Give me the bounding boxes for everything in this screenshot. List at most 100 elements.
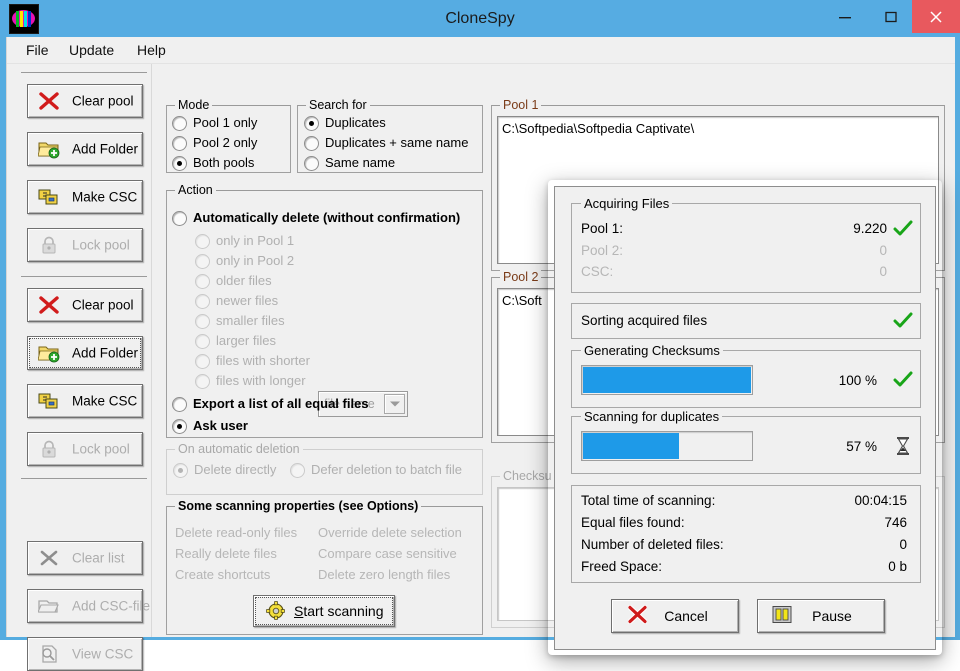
radio-same-name[interactable] bbox=[304, 156, 319, 171]
radio-export-list[interactable] bbox=[172, 397, 187, 412]
check-icon bbox=[893, 312, 913, 329]
radio-only-pool2-label: only in Pool 2 bbox=[216, 253, 294, 268]
hourglass-icon bbox=[895, 436, 911, 461]
acquiring-files-legend: Acquiring Files bbox=[581, 196, 672, 211]
mode-legend: Mode bbox=[175, 98, 212, 112]
radio-defer-batch[interactable] bbox=[290, 463, 305, 478]
title-bar: CloneSpy bbox=[0, 0, 960, 37]
button-label: Clear pool bbox=[72, 298, 134, 313]
maximize-button[interactable] bbox=[868, 0, 914, 33]
radio-older-files[interactable] bbox=[195, 274, 210, 289]
folder-add-icon bbox=[38, 343, 60, 363]
start-scanning-label: Start scanning bbox=[294, 603, 384, 619]
minimize-button[interactable] bbox=[822, 0, 868, 33]
menu-help[interactable]: Help bbox=[130, 39, 173, 61]
menu-update[interactable]: Update bbox=[62, 39, 121, 61]
pool2-clear-pool-button[interactable]: Clear pool bbox=[27, 288, 143, 322]
radio-files-longer-label: files with longer bbox=[216, 373, 306, 388]
radio-only-pool2[interactable] bbox=[195, 254, 210, 269]
radio-delete-directly-label: Delete directly bbox=[194, 462, 276, 477]
pool2-make-csc-button[interactable]: Make CSC bbox=[27, 384, 143, 418]
chevron-down-icon[interactable] bbox=[384, 394, 405, 414]
start-scanning-button[interactable]: Start scanning bbox=[253, 595, 395, 627]
stat-deleted-files-value: 0 bbox=[785, 537, 907, 552]
acquiring-pool1-value: 9.220 bbox=[795, 221, 887, 236]
radio-pool2-only-label: Pool 2 only bbox=[193, 135, 257, 150]
button-label: Add Folder bbox=[72, 346, 138, 361]
pool1-make-csc-button[interactable]: Make CSC bbox=[27, 180, 143, 214]
pool2-lock-pool-button[interactable]: Lock pool bbox=[27, 432, 143, 466]
radio-ask-user[interactable] bbox=[172, 419, 187, 434]
button-label: Add CSC-file bbox=[72, 599, 150, 614]
radio-only-pool1[interactable] bbox=[195, 234, 210, 249]
progress-dialog: Acquiring Files Pool 1: 9.220 Pool 2: 0 … bbox=[554, 186, 936, 650]
radio-files-longer[interactable] bbox=[195, 374, 210, 389]
pool2-add-folder-button[interactable]: Add Folder bbox=[27, 336, 143, 370]
close-button[interactable] bbox=[912, 0, 960, 33]
radio-both-pools[interactable] bbox=[172, 156, 187, 171]
check-icon bbox=[893, 220, 913, 237]
radio-both-pools-label: Both pools bbox=[193, 155, 254, 170]
acquiring-pool2-value: 0 bbox=[795, 243, 887, 258]
prop-override-delete: Override delete selection bbox=[318, 525, 462, 540]
radio-delete-directly[interactable] bbox=[173, 463, 188, 478]
radio-smaller-files[interactable] bbox=[195, 314, 210, 329]
menu-bar: File Update Help bbox=[7, 37, 955, 63]
pool1-clear-pool-button[interactable]: Clear pool bbox=[27, 84, 143, 118]
close-icon bbox=[929, 10, 943, 24]
red-x-icon bbox=[38, 295, 60, 315]
radio-newer-files[interactable] bbox=[195, 294, 210, 309]
pool1-legend: Pool 1 bbox=[500, 98, 541, 112]
grey-x-icon bbox=[38, 548, 60, 568]
radio-larger-files-label: larger files bbox=[216, 333, 276, 348]
radio-pool2-only[interactable] bbox=[172, 136, 187, 151]
action-legend: Action bbox=[175, 183, 216, 197]
radio-duplicates-same-name-label: Duplicates + same name bbox=[325, 135, 468, 150]
app-window: CloneSpy File Update Help bbox=[0, 0, 960, 640]
radio-auto-delete[interactable] bbox=[172, 211, 187, 226]
minimize-icon bbox=[838, 11, 852, 23]
radio-duplicates-same-name[interactable] bbox=[304, 136, 319, 151]
radio-duplicates-label: Duplicates bbox=[325, 115, 386, 130]
menu-file[interactable]: File bbox=[19, 39, 56, 61]
radio-defer-batch-label: Defer deletion to batch file bbox=[311, 462, 462, 477]
prop-delete-readonly: Delete read-only files bbox=[175, 525, 297, 540]
pool1-lock-pool-button[interactable]: Lock pool bbox=[27, 228, 143, 262]
cancel-button-label: Cancel bbox=[612, 608, 738, 624]
pause-button[interactable]: Pause bbox=[757, 599, 885, 633]
window-title: CloneSpy bbox=[0, 0, 960, 37]
search-for-legend: Search for bbox=[306, 98, 370, 112]
csc-view-button[interactable]: View CSC bbox=[27, 637, 143, 671]
scanning-duplicates-legend: Scanning for duplicates bbox=[581, 409, 722, 424]
radio-files-shorter[interactable] bbox=[195, 354, 210, 369]
lock-icon bbox=[38, 439, 60, 459]
scanning-percent: 57 % bbox=[799, 439, 877, 454]
prop-delete-zero-length: Delete zero length files bbox=[318, 567, 450, 582]
radio-pool1-only[interactable] bbox=[172, 116, 187, 131]
csc-icon bbox=[38, 187, 60, 207]
radio-same-name-label: Same name bbox=[325, 155, 395, 170]
cancel-button[interactable]: Cancel bbox=[611, 599, 739, 633]
radio-ask-user-label: Ask user bbox=[193, 418, 248, 433]
radio-smaller-files-label: smaller files bbox=[216, 313, 285, 328]
radio-larger-files[interactable] bbox=[195, 334, 210, 349]
auto-deletion-legend: On automatic deletion bbox=[175, 442, 303, 456]
radio-older-files-label: older files bbox=[216, 273, 272, 288]
radio-auto-delete-label: Automatically delete (without confirmati… bbox=[193, 210, 460, 225]
maximize-icon bbox=[884, 10, 898, 24]
button-label: Lock pool bbox=[72, 238, 130, 253]
stat-deleted-files-label: Number of deleted files: bbox=[581, 537, 724, 552]
pool1-add-folder-button[interactable]: Add Folder bbox=[27, 132, 143, 166]
checksum-legend: Checksu bbox=[500, 469, 555, 483]
scanning-progress-bar bbox=[581, 431, 753, 461]
radio-only-pool1-label: only in Pool 1 bbox=[216, 233, 294, 248]
button-label: Make CSC bbox=[72, 190, 137, 205]
pool2-legend: Pool 2 bbox=[500, 270, 541, 284]
radio-duplicates[interactable] bbox=[304, 116, 319, 131]
view-doc-icon bbox=[38, 644, 60, 664]
pool2-path: C:\Soft bbox=[502, 293, 542, 308]
client-area: File Update Help Clear pool bbox=[6, 37, 955, 637]
checksums-percent: 100 % bbox=[799, 373, 877, 388]
csc-add-file-button[interactable]: Add CSC-file bbox=[27, 589, 143, 623]
csc-clear-list-button[interactable]: Clear list bbox=[27, 541, 143, 575]
